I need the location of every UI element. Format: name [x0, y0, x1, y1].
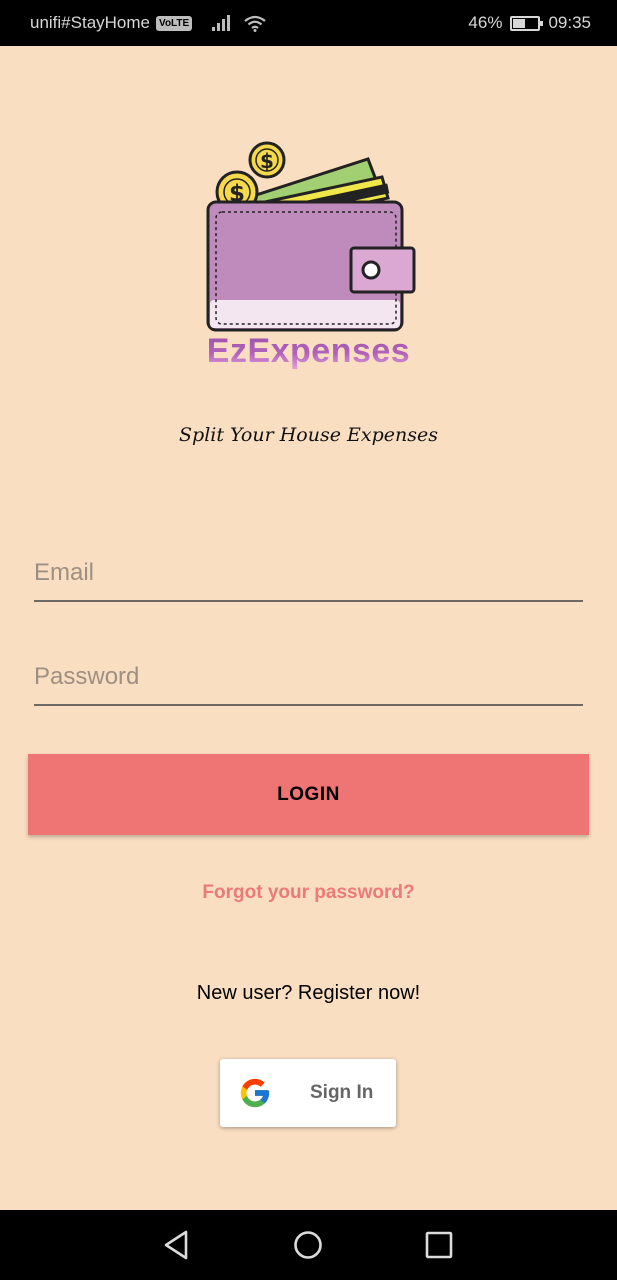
google-sign-in-label: Sign In [310, 1082, 374, 1103]
recent-square-icon[interactable] [421, 1227, 457, 1263]
home-circle-icon[interactable] [290, 1227, 326, 1263]
svg-text:$: $ [260, 149, 274, 173]
status-right: 46% 09:35 [468, 13, 591, 33]
email-field[interactable] [34, 552, 583, 602]
app-name: EzExpenses [0, 332, 617, 371]
login-button[interactable]: LOGIN [28, 754, 589, 835]
status-left: unifi#StayHome VoLTE [30, 13, 266, 33]
wifi-icon [244, 15, 266, 32]
carrier-name: unifi#StayHome [30, 13, 151, 32]
signal-icon [212, 15, 231, 31]
battery-icon [510, 15, 544, 31]
navigation-bar [0, 1210, 617, 1280]
battery-fill [513, 18, 526, 28]
forgot-password-link[interactable]: Forgot your password? [0, 882, 617, 904]
google-sign-in-button[interactable]: Sign In [220, 1059, 396, 1127]
clock: 09:35 [548, 13, 591, 32]
volte-badge: VoLTE [156, 15, 193, 31]
battery-percent: 46% [468, 13, 503, 32]
status-bar: unifi#StayHome VoLTE 46% 09:35 [0, 0, 617, 46]
google-icon [240, 1078, 270, 1108]
back-triangle-icon[interactable] [160, 1227, 196, 1263]
app-tagline: Split Your House Expenses [179, 424, 438, 446]
register-link[interactable]: New user? Register now! [0, 982, 617, 1005]
password-field[interactable] [34, 656, 583, 706]
